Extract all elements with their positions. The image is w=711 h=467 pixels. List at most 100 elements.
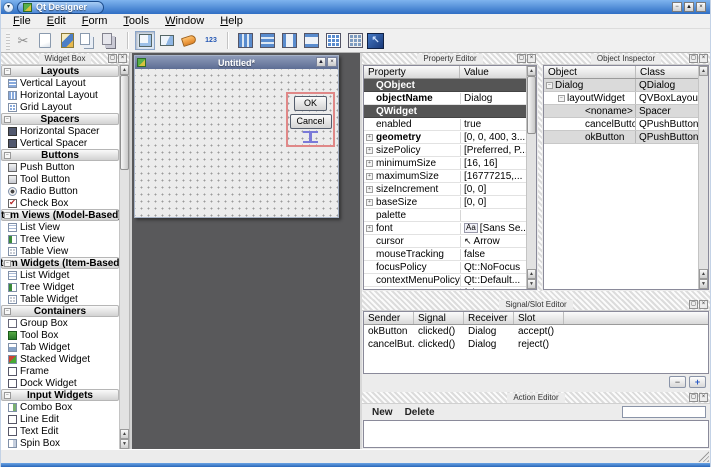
form-document-icon[interactable] bbox=[57, 31, 77, 50]
layout-grid-icon[interactable] bbox=[323, 31, 343, 50]
menu-item[interactable]: Help bbox=[212, 15, 251, 27]
widget-box-row[interactable]: Tool Box bbox=[1, 329, 119, 341]
column-header[interactable]: Slot bbox=[514, 312, 564, 324]
new-action-button[interactable]: New bbox=[372, 407, 393, 418]
widget-box-row[interactable]: List View bbox=[1, 221, 119, 233]
object-row[interactable]: −layoutWidget QVBoxLayout bbox=[544, 92, 698, 105]
property-row[interactable]: + font Aa[Sans Se... bbox=[364, 222, 526, 235]
scroll-down-icon[interactable]: ▼ bbox=[699, 279, 708, 289]
resize-grip[interactable] bbox=[698, 451, 709, 462]
column-header[interactable]: Class bbox=[636, 66, 698, 78]
edit-widgets-icon[interactable] bbox=[135, 31, 155, 50]
expand-icon[interactable]: + bbox=[366, 160, 373, 167]
property-row[interactable]: enabled true bbox=[364, 118, 526, 131]
menu-item[interactable]: File bbox=[5, 15, 39, 27]
expand-icon[interactable]: + bbox=[366, 173, 373, 180]
action-editor-titlebar[interactable]: Action Editor ◻ × bbox=[362, 392, 710, 404]
edit-tab-order-icon[interactable]: 123 bbox=[201, 31, 221, 50]
property-value[interactable]: Aa[Sans Se... bbox=[461, 223, 526, 234]
widget-box-row[interactable]: − Layouts bbox=[1, 65, 119, 77]
widget-box-row[interactable]: Table Widget bbox=[1, 293, 119, 305]
document-icon[interactable] bbox=[35, 31, 55, 50]
property-row[interactable]: + maximumSize [16777215,... bbox=[364, 170, 526, 183]
property-value[interactable]: [0, 0] bbox=[461, 197, 526, 208]
column-header[interactable]: Signal bbox=[414, 312, 464, 324]
property-row[interactable]: mouseTracking false bbox=[364, 248, 526, 261]
section-collapse-icon[interactable]: − bbox=[4, 68, 11, 75]
property-editor-titlebar[interactable]: Property Editor ◻ × bbox=[362, 53, 538, 65]
widget-box-row[interactable]: Tree Widget bbox=[1, 281, 119, 293]
layout-horizontal-icon[interactable] bbox=[235, 31, 255, 50]
section-collapse-icon[interactable]: − bbox=[4, 212, 11, 219]
close-panel-icon[interactable]: × bbox=[699, 300, 708, 309]
object-row[interactable]: cancelButton QPushButton bbox=[544, 118, 698, 131]
close-panel-icon[interactable]: × bbox=[118, 54, 127, 63]
object-row[interactable]: <noname> Spacer bbox=[544, 105, 698, 118]
widget-box-row[interactable]: Push Button bbox=[1, 161, 119, 173]
widget-box-row[interactable]: Vertical Spacer bbox=[1, 137, 119, 149]
widget-box-row[interactable]: Horizontal Spacer bbox=[1, 125, 119, 137]
scroll-up-icon[interactable]: ▲ bbox=[120, 429, 129, 439]
widget-box-row[interactable]: Group Box bbox=[1, 317, 119, 329]
float-panel-icon[interactable]: ◻ bbox=[689, 300, 698, 309]
expand-icon[interactable]: + bbox=[366, 186, 373, 193]
section-collapse-icon[interactable]: − bbox=[4, 116, 11, 123]
form-shade-button[interactable]: ▲ bbox=[316, 57, 326, 67]
menu-item[interactable]: Tools bbox=[115, 15, 157, 27]
form-canvas[interactable]: OK Cancel bbox=[135, 69, 338, 217]
minimize-button[interactable]: − bbox=[672, 2, 682, 12]
float-panel-icon[interactable]: ◻ bbox=[517, 54, 526, 63]
scroll-up-icon[interactable]: ▲ bbox=[699, 269, 708, 279]
widget-box-row[interactable]: Text Edit bbox=[1, 425, 119, 437]
edit-buddies-icon[interactable] bbox=[179, 31, 199, 50]
toolbar-handle[interactable] bbox=[6, 32, 10, 50]
widget-box-row[interactable]: − Buttons bbox=[1, 149, 119, 161]
edit-signals-slots-icon[interactable] bbox=[157, 31, 177, 50]
property-value[interactable]: Dialog bbox=[461, 93, 526, 104]
widget-box-row[interactable]: Tree View bbox=[1, 233, 119, 245]
float-panel-icon[interactable]: ◻ bbox=[108, 54, 117, 63]
property-value[interactable]: [16, 16] bbox=[461, 158, 526, 169]
remove-connection-button[interactable]: − bbox=[669, 376, 686, 388]
widget-box-row[interactable]: − Containers bbox=[1, 305, 119, 317]
widget-box-row[interactable]: − Item Widgets (Item-Based) bbox=[1, 257, 119, 269]
widget-box-row[interactable]: Frame bbox=[1, 365, 119, 377]
break-layout-icon[interactable] bbox=[345, 31, 365, 50]
scroll-up-icon[interactable]: ▲ bbox=[527, 66, 536, 76]
scroll-up-icon[interactable]: ▲ bbox=[699, 66, 708, 76]
property-row[interactable]: contextMenuPolicy Qt::Default... bbox=[364, 274, 526, 287]
maximize-button[interactable]: ▲ bbox=[684, 2, 694, 12]
signal-slot-titlebar[interactable]: Signal/Slot Editor ◻ × bbox=[362, 299, 710, 311]
column-header[interactable]: Property bbox=[364, 66, 460, 78]
property-row[interactable]: + sizeIncrement [0, 0] bbox=[364, 183, 526, 196]
scroll-up-icon[interactable]: ▲ bbox=[120, 65, 129, 75]
property-editor-scrollbar[interactable]: ▲ ▲ ▼ bbox=[526, 66, 536, 289]
property-row[interactable]: focusPolicy Qt::NoFocus bbox=[364, 261, 526, 274]
widget-box-row[interactable]: Check Box bbox=[1, 197, 119, 209]
widget-box-row[interactable]: Vertical Layout bbox=[1, 77, 119, 89]
add-connection-button[interactable]: + bbox=[689, 376, 706, 388]
widget-box-row[interactable]: − Spacers bbox=[1, 113, 119, 125]
scrollbar-thumb[interactable] bbox=[527, 76, 536, 134]
window-menu-button[interactable]: ▾ bbox=[3, 2, 14, 13]
close-panel-icon[interactable]: × bbox=[699, 54, 708, 63]
widget-box-row[interactable]: Tab Widget bbox=[1, 341, 119, 353]
close-panel-icon[interactable]: × bbox=[699, 393, 708, 402]
section-collapse-icon[interactable]: − bbox=[4, 308, 11, 315]
layout-vertical-splitter-icon[interactable] bbox=[301, 31, 321, 50]
action-list[interactable] bbox=[363, 420, 709, 448]
cut-icon[interactable]: ✂ bbox=[13, 31, 33, 50]
object-row[interactable]: −Dialog QDialog bbox=[544, 79, 698, 92]
expand-icon[interactable]: + bbox=[366, 225, 373, 232]
collapse-icon[interactable]: − bbox=[558, 95, 565, 102]
float-panel-icon[interactable]: ◻ bbox=[689, 393, 698, 402]
connection-row[interactable]: okButton clicked() Dialog accept() bbox=[364, 325, 708, 338]
property-row[interactable]: acceptDrops false bbox=[364, 287, 526, 290]
widget-box-row[interactable]: Tool Button bbox=[1, 173, 119, 185]
widget-box-titlebar[interactable]: Widget Box ◻ × bbox=[1, 53, 129, 65]
property-row[interactable]: objectName Dialog bbox=[364, 92, 526, 105]
widget-box-row[interactable]: − Item Views (Model-Based) bbox=[1, 209, 119, 221]
close-button[interactable]: × bbox=[696, 2, 706, 12]
section-collapse-icon[interactable]: − bbox=[4, 152, 11, 159]
widget-box-row[interactable]: Stacked Widget bbox=[1, 353, 119, 365]
